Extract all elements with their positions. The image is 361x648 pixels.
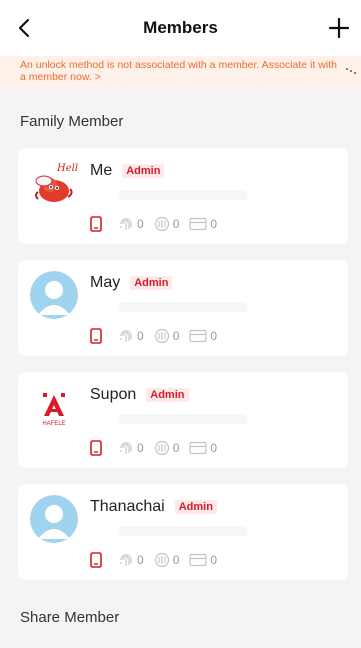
face-count: 0 [172, 329, 180, 343]
more-dots-icon [346, 68, 356, 74]
card-count: 0 [210, 217, 218, 231]
fingerprint-icon [120, 330, 132, 342]
fingerprint-count: 0 [137, 441, 144, 455]
phone-icon [90, 552, 102, 568]
cartoon-hello-avatar: Hell [30, 159, 78, 207]
default-person-avatar [30, 495, 78, 543]
family-member-heading: Family Member [20, 113, 124, 130]
avatar-logo-text: HAFELE [42, 421, 65, 427]
fingerprint-icon [120, 554, 132, 566]
card-icon [189, 441, 207, 455]
phone-icon [90, 216, 102, 232]
card-icon [189, 217, 207, 231]
fingerprint-count: 0 [137, 553, 144, 567]
member-subtitle-placeholder [118, 414, 248, 424]
admin-badge: Admin [130, 276, 173, 290]
card-count: 0 [210, 553, 218, 567]
card-icon [189, 329, 207, 343]
member-card-me[interactable]: Hell Me Admin 0 0 0 [18, 148, 348, 244]
card-count: 0 [210, 329, 218, 343]
card-icon [189, 553, 207, 567]
face-count: 0 [172, 217, 180, 231]
phone-icon [90, 328, 102, 344]
member-name: Me [90, 162, 113, 179]
phone-icon [90, 440, 102, 456]
card-count: 0 [210, 441, 218, 455]
top-bar: Members [0, 0, 361, 56]
fingerprint-count: 0 [137, 217, 144, 231]
face-id-icon [154, 328, 169, 344]
hafele-logo-avatar: HAFELE [30, 383, 78, 431]
page-title: Members [143, 18, 218, 37]
face-id-icon [154, 552, 169, 568]
fingerprint-icon [120, 442, 132, 454]
member-name: May [90, 274, 121, 291]
member-card-supon[interactable]: HAFELE Supon Admin 0 0 0 [18, 372, 348, 468]
admin-badge: Admin [146, 388, 189, 402]
member-subtitle-placeholder [118, 526, 248, 536]
face-id-icon [154, 216, 169, 232]
share-member-heading: Share Member [20, 609, 120, 626]
default-person-avatar [30, 271, 78, 319]
face-count: 0 [172, 553, 180, 567]
member-card-may[interactable]: May Admin 0 0 0 [18, 260, 348, 356]
fingerprint-count: 0 [137, 329, 144, 343]
member-name: Supon [90, 386, 137, 403]
fingerprint-icon [120, 218, 132, 230]
admin-badge: Admin [122, 164, 165, 178]
member-subtitle-placeholder [118, 190, 248, 200]
svg-text:Hell: Hell [56, 163, 78, 174]
admin-badge: Admin [174, 500, 217, 514]
member-subtitle-placeholder [118, 302, 248, 312]
face-id-icon [154, 440, 169, 456]
member-card-thanachai[interactable]: Thanachai Admin 0 0 0 [18, 484, 348, 580]
banner-text: An unlock method is not associated with … [20, 59, 337, 83]
unassociated-unlock-banner[interactable]: An unlock method is not associated with … [0, 56, 361, 88]
member-name: Thanachai [90, 498, 165, 515]
face-count: 0 [172, 441, 180, 455]
plus-icon[interactable] [327, 16, 351, 40]
